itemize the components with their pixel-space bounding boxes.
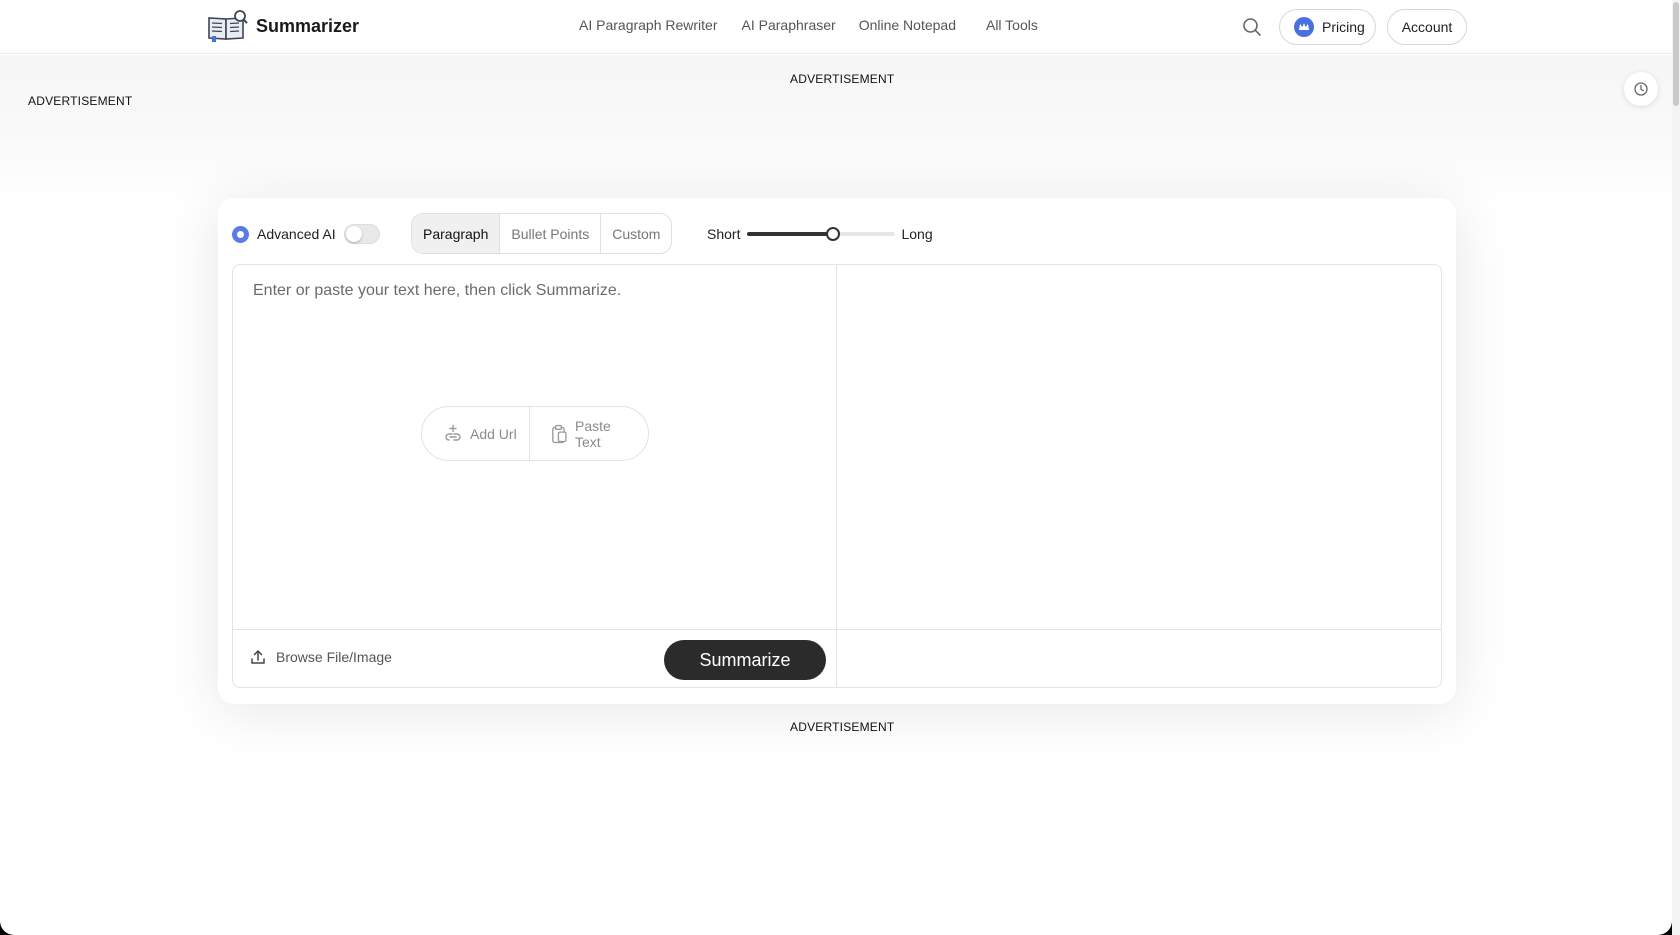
tab-custom[interactable]: Custom [601,214,671,253]
output-footer [837,629,1441,687]
history-button[interactable] [1624,72,1658,106]
advanced-ai-control: Advanced AI [232,224,380,244]
ad-label-side: ADVERTISEMENT [28,94,133,108]
nav-link-ai-paraphraser[interactable]: AI Paraphraser [742,17,836,33]
brand-logo[interactable]: Summarizer [206,9,359,43]
input-actions: Add Url Paste Text [421,406,649,461]
sparkle-icon [232,225,249,243]
main-nav: AI Paragraph Rewriter AI Paraphraser Onl… [579,17,1038,33]
account-button[interactable]: Account [1387,9,1467,45]
pricing-label: Pricing [1322,19,1365,35]
search-icon [1243,18,1261,36]
browse-file-button[interactable]: Browse File/Image [250,649,392,665]
crown-icon [1294,17,1314,37]
toggle-knob [345,226,362,242]
add-url-button[interactable]: Add Url [422,407,531,460]
tab-paragraph[interactable]: Paragraph [412,214,501,253]
add-url-icon [445,424,461,441]
summary-mode-tabs: Paragraph Bullet Points Custom [411,213,673,254]
pricing-button[interactable]: Pricing [1279,9,1376,45]
search-button[interactable] [1240,15,1264,39]
page: Summarizer AI Paragraph Rewriter AI Para… [0,0,1672,935]
page-scrollbar[interactable] [1672,0,1680,935]
output-pane [837,265,1441,687]
summary-length-slider[interactable] [747,227,896,241]
slider-fill [747,232,834,236]
brand-name: Summarizer [256,15,360,36]
add-url-label: Add Url [470,425,517,442]
length-min-label: Short [707,226,741,242]
browse-file-label: Browse File/Image [276,649,392,665]
site-header: Summarizer AI Paragraph Rewriter AI Para… [0,0,1672,54]
advanced-ai-label: Advanced AI [257,226,336,242]
clipboard-icon [552,424,567,443]
nav-link-all-tools[interactable]: All Tools [986,17,1038,33]
ad-label-top: ADVERTISEMENT [790,72,895,86]
input-footer: Browse File/Image Summarize [233,629,837,687]
advanced-ai-toggle[interactable] [343,224,380,244]
ad-label-bottom: ADVERTISEMENT [790,720,895,734]
nav-link-online-notepad[interactable]: Online Notepad [859,17,956,33]
summary-length-control: Short Long [707,226,933,242]
paste-text-label: Paste Text [575,417,611,450]
book-logo-icon [208,10,248,42]
clock-icon [1634,82,1648,96]
upload-icon [251,650,265,664]
input-pane: Add Url Paste Text [233,265,837,687]
nav-link-ai-paragraph-rewriter[interactable]: AI Paragraph Rewriter [579,17,718,33]
summarizer-card: Advanced AI Paragraph Bullet Points Cust… [218,198,1456,704]
tab-bullet-points[interactable]: Bullet Points [500,214,602,253]
summarizer-toolbar: Advanced AI Paragraph Bullet Points Cust… [218,198,1456,264]
paste-text-button[interactable]: Paste Text [530,407,648,460]
scrollbar-thumb[interactable] [1673,2,1679,106]
slider-thumb[interactable] [826,227,841,241]
editor-panes: Add Url Paste Text [232,264,1442,688]
summarize-button[interactable]: Summarize [664,640,826,680]
length-max-label: Long [901,226,933,242]
